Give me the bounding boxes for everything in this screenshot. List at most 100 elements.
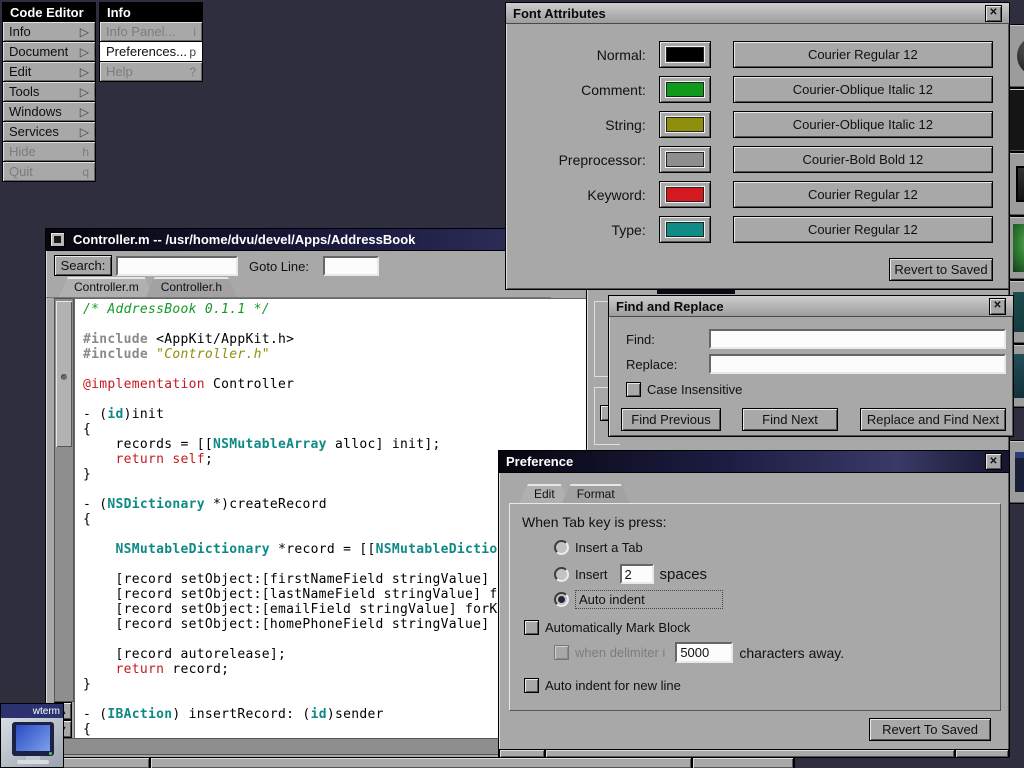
resize-bar-left[interactable] (499, 749, 545, 758)
color-well-keyword[interactable] (659, 181, 711, 208)
resize-bar-middle[interactable] (150, 757, 692, 768)
preference-titlebar[interactable]: Preference ✕ (499, 451, 1009, 473)
color-well-string[interactable] (659, 111, 711, 138)
font-button-preprocessor[interactable]: Courier-Bold Bold 12 (733, 146, 993, 173)
scrollbar-knob[interactable] (56, 301, 72, 447)
tab-edit[interactable]: Edit (519, 484, 570, 504)
font-attributes-titlebar[interactable]: Font Attributes ✕ (506, 3, 1009, 24)
font-attr-row-comment: Comment: Courier-Oblique Italic 12 (506, 76, 993, 103)
key-equivalent: i (193, 25, 196, 39)
font-button-string[interactable]: Courier-Oblique Italic 12 (733, 111, 993, 138)
close-button[interactable]: ✕ (989, 298, 1006, 315)
menu-item-hide[interactable]: Hideh (2, 142, 96, 162)
radio-insert-spaces[interactable] (554, 567, 569, 582)
replace-label: Replace: (626, 357, 677, 372)
tab-controller-h[interactable]: Controller.h (146, 277, 237, 297)
radio-insert-tab[interactable] (554, 540, 569, 555)
menu-code-editor: Code Editor Info▷ Document▷ Edit▷ Tools▷… (2, 2, 96, 182)
menu-item-info-panel[interactable]: Info Panel...i (99, 22, 203, 42)
color-swatch (666, 82, 704, 97)
menu-item-edit[interactable]: Edit▷ (2, 62, 96, 82)
color-well-comment[interactable] (659, 76, 711, 103)
menu-item-info[interactable]: Info▷ (2, 22, 96, 42)
leaf-icon (1013, 224, 1024, 272)
vertical-scrollbar[interactable] (54, 298, 74, 702)
mark-block-label: Automatically Mark Block (545, 620, 690, 635)
goto-line-input[interactable] (323, 256, 379, 276)
menu-item-windows[interactable]: Windows▷ (2, 102, 96, 122)
monitor-base (17, 760, 49, 764)
find-label: Find: (626, 332, 655, 347)
color-well-normal[interactable] (659, 41, 711, 68)
miniaturize-button[interactable] (50, 232, 65, 247)
close-button[interactable]: ✕ (985, 453, 1002, 470)
preference-title: Preference (506, 454, 573, 469)
wterm-app-icon[interactable]: wterm (0, 703, 64, 768)
menu-item-services[interactable]: Services▷ (2, 122, 96, 142)
resize-bar-right[interactable] (692, 757, 794, 768)
spaces-count-input[interactable] (620, 564, 654, 584)
submenu-arrow-icon: ▷ (80, 125, 89, 139)
font-attr-row-keyword: Keyword: Courier Regular 12 (506, 181, 993, 208)
auto-indent-newline-checkbox[interactable] (524, 678, 539, 693)
auto-indent-newline-label: Auto indent for new line (545, 678, 681, 693)
search-input[interactable] (116, 256, 238, 276)
menu-item-quit[interactable]: Quitq (2, 162, 96, 182)
find-input[interactable] (709, 329, 1006, 349)
font-attr-row-type: Type: Courier Regular 12 (506, 216, 993, 243)
delimiter-suffix-label: characters away. (739, 645, 844, 661)
menu-info-submenu: Info Info Panel...i Preferences...p Help… (99, 2, 203, 82)
attr-label: Type: (506, 222, 646, 238)
case-insensitive-checkbox[interactable] (626, 382, 641, 397)
revert-to-saved-button[interactable]: Revert to Saved (889, 258, 993, 281)
replace-and-find-next-button[interactable]: Replace and Find Next (860, 408, 1006, 431)
mark-block-checkbox[interactable] (524, 620, 539, 635)
submenu-arrow-icon: ▷ (80, 45, 89, 59)
tab-controller-m[interactable]: Controller.m (59, 277, 154, 297)
close-button[interactable]: ✕ (985, 5, 1002, 22)
color-well-type[interactable] (659, 216, 711, 243)
font-button-comment[interactable]: Courier-Oblique Italic 12 (733, 76, 993, 103)
color-swatch (666, 152, 704, 167)
resize-bar-right[interactable] (955, 749, 1009, 758)
case-insensitive-label: Case Insensitive (647, 382, 742, 397)
font-button-normal[interactable]: Courier Regular 12 (733, 41, 993, 68)
menu-item-help[interactable]: Help? (99, 62, 203, 82)
font-button-keyword[interactable]: Courier Regular 12 (733, 181, 993, 208)
find-replace-title: Find and Replace (616, 299, 724, 314)
menu-item-preferences[interactable]: Preferences...p (99, 42, 203, 62)
close-icon: ✕ (993, 301, 1001, 311)
find-replace-titlebar[interactable]: Find and Replace ✕ (609, 296, 1013, 317)
screen-icon (1013, 292, 1024, 332)
color-well-preprocessor[interactable] (659, 146, 711, 173)
tab-format[interactable]: Format (562, 484, 630, 504)
menu-item-document[interactable]: Document▷ (2, 42, 96, 62)
find-previous-button[interactable]: Find Previous (621, 408, 721, 431)
find-next-button[interactable]: Find Next (742, 408, 838, 431)
submenu-arrow-icon: ▷ (80, 65, 89, 79)
replace-input[interactable] (709, 354, 1006, 374)
font-button-type[interactable]: Courier Regular 12 (733, 216, 993, 243)
resize-bar-middle[interactable] (545, 749, 955, 758)
image-icon (1013, 354, 1024, 398)
submenu-arrow-icon: ▷ (80, 105, 89, 119)
attr-label: Normal: (506, 47, 646, 63)
search-button[interactable]: Search: (54, 255, 112, 276)
revert-to-saved-button[interactable]: Revert To Saved (869, 718, 991, 741)
close-icon: ✕ (989, 8, 997, 18)
delimiter-checkbox[interactable] (554, 645, 569, 660)
delimiter-distance-input[interactable] (675, 642, 733, 663)
color-swatch (666, 222, 704, 237)
spaces-suffix-label: spaces (660, 566, 708, 583)
wterm-icon-body (1, 718, 63, 767)
menu-title[interactable]: Info (99, 2, 203, 22)
key-equivalent: q (82, 165, 89, 179)
close-icon: ✕ (989, 457, 997, 467)
tab-key-section-label: When Tab key is press: (522, 514, 666, 530)
attr-label: Preprocessor: (506, 152, 646, 168)
wterm-icon-titlebar: wterm (1, 704, 63, 718)
radio-auto-indent[interactable] (554, 592, 569, 607)
color-swatch (666, 187, 704, 202)
menu-title[interactable]: Code Editor (2, 2, 96, 22)
menu-item-tools[interactable]: Tools▷ (2, 82, 96, 102)
